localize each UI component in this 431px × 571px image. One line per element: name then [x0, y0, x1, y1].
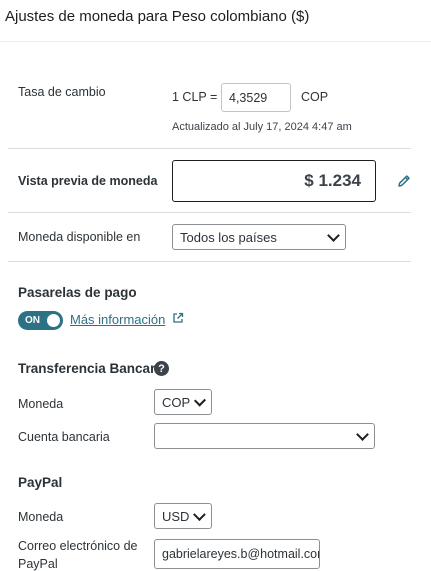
paypal-title: PayPal	[18, 475, 63, 490]
exchange-rate-prefix: 1 CLP =	[172, 90, 218, 104]
chevron-down-icon	[356, 427, 369, 441]
exchange-rate-suffix: COP	[301, 90, 329, 104]
paypal-email-label-2: PayPal	[18, 557, 58, 571]
currency-preview-box: $ 1.234	[172, 160, 376, 202]
paypal-email-value: gabrielareyes.b@hotmail.com	[162, 547, 320, 561]
currency-preview-value: $ 1.234	[304, 171, 361, 190]
paypal-email-label: Correo electrónico de	[18, 539, 138, 553]
bank-currency-select[interactable]: COP	[154, 389, 212, 415]
page-title: Ajustes de moneda para Peso colombiano (…	[5, 8, 310, 25]
availability-select[interactable]: Todos los países	[172, 224, 346, 250]
exchange-rate-value: 4,3529	[229, 90, 268, 105]
section-divider	[8, 261, 411, 262]
toggle-label: ON	[25, 315, 40, 326]
header-divider	[0, 41, 431, 42]
exchange-rate-label: Tasa de cambio	[18, 85, 106, 99]
bank-currency-label: Moneda	[18, 397, 64, 411]
bank-account-select[interactable]	[154, 423, 375, 449]
more-info-link[interactable]: Más información	[70, 312, 165, 327]
section-divider	[8, 148, 411, 149]
help-icon[interactable]: ?	[154, 361, 169, 376]
gateways-toggle[interactable]: ON	[18, 311, 63, 330]
paypal-currency-value: USD	[162, 508, 190, 524]
section-divider	[8, 212, 411, 213]
toggle-knob	[47, 314, 60, 327]
chevron-down-icon	[194, 394, 207, 406]
preview-label: Vista previa de moneda	[18, 174, 158, 188]
exchange-rate-input[interactable]: 4,3529	[221, 83, 291, 112]
availability-selected: Todos los países	[180, 229, 277, 245]
availability-label: Moneda disponible en	[18, 230, 141, 244]
exchange-rate-updated: Actualizado al July 17, 2024 4:47 am	[172, 121, 352, 133]
paypal-currency-select[interactable]: USD	[154, 503, 212, 529]
pencil-icon[interactable]	[395, 172, 413, 190]
chevron-down-icon	[327, 228, 340, 242]
paypal-currency-label: Moneda	[18, 510, 64, 524]
gateways-title: Pasarelas de pago	[18, 285, 137, 300]
bank-transfer-title: Transferencia Bancaria	[18, 361, 167, 376]
bank-currency-value: COP	[162, 394, 191, 410]
paypal-email-input[interactable]: gabrielareyes.b@hotmail.com	[154, 539, 320, 569]
chevron-down-icon	[193, 507, 206, 521]
external-link-icon	[172, 311, 184, 323]
bank-account-label: Cuenta bancaria	[18, 430, 110, 444]
